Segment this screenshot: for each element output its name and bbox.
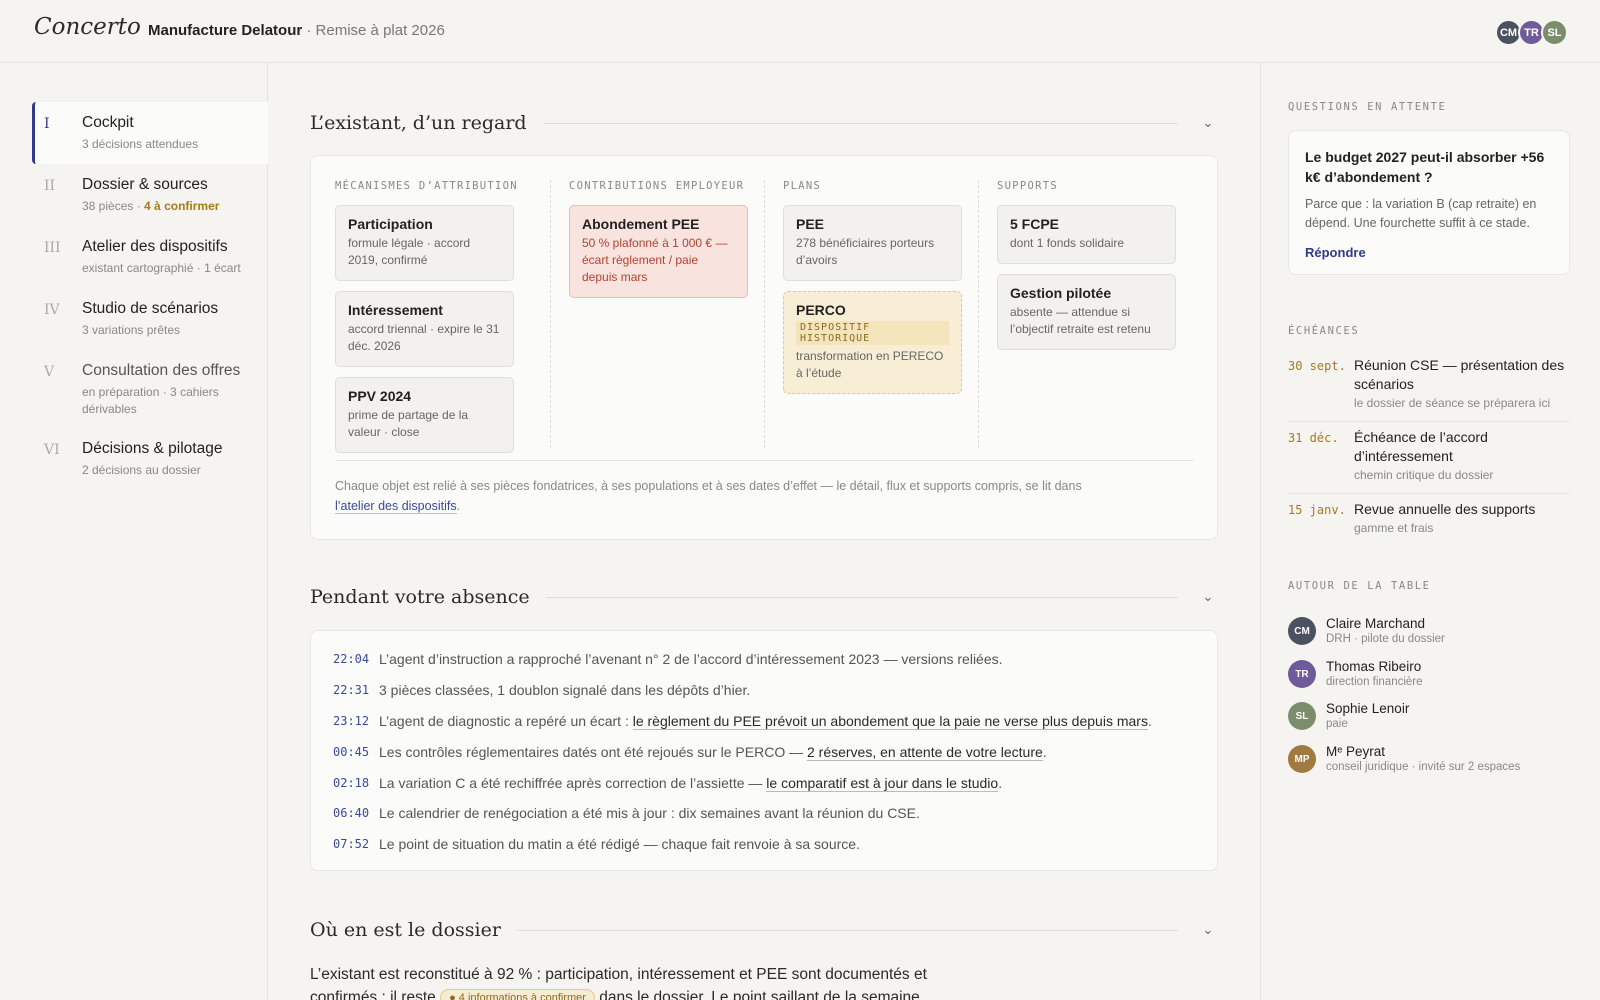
section-title: Où en est le dossier	[310, 919, 501, 941]
person-item[interactable]: CM Claire Marchand DRH · pilote du dossie…	[1288, 616, 1445, 646]
warning-count: 4 à confirmer	[144, 199, 220, 213]
avatar[interactable]: SL	[1541, 19, 1568, 46]
log-entry: 22:31 3 pièces classées, 1 doublon signa…	[333, 682, 751, 698]
log-entry: 07:52 Le point de situation du matin a é…	[333, 836, 860, 852]
section-title: L’existant, d’un regard	[310, 112, 527, 134]
questions-heading: QUESTIONS EN ATTENTE	[1288, 101, 1447, 113]
log-entry: 00:45 Les contrôles réglementaires datés…	[333, 744, 1047, 761]
sidebar-item-consultation[interactable]: V Consultation des offres en préparation…	[32, 350, 268, 416]
column-attribution: MÉCANISMES D’ATTRIBUTION Participation f…	[335, 180, 518, 463]
person-item[interactable]: MP Mᵉ Peyrat conseil juridique · invité s…	[1288, 744, 1520, 774]
question-card: Le budget 2027 peut-il absorber +56 k€ d…	[1288, 130, 1570, 275]
historic-tag: DISPOSITIF HISTORIQUE	[796, 321, 949, 345]
question-body: Parce que : la variation B (cap retraite…	[1305, 197, 1537, 230]
person-item[interactable]: SL Sophie Lenoir paie	[1288, 701, 1409, 731]
app-logo[interactable]: Concerto	[34, 14, 141, 40]
log-link[interactable]: le règlement du PEE prévoit un abondemen…	[632, 713, 1148, 730]
log-link[interactable]: le comparatif est à jour dans le studio	[766, 775, 999, 792]
log-entry: 23:12 L’agent de diagnostic a repéré un …	[333, 713, 1152, 730]
sidebar-item-dossier[interactable]: II Dossier & sources 38 pièces · 4 à con…	[32, 164, 268, 226]
top-bar: Concerto Manufacture Delatour · Remise à…	[0, 0, 1600, 63]
log-entry: 06:40 Le calendrier de renégociation a é…	[333, 805, 920, 821]
avatar: TR	[1288, 660, 1316, 688]
client-name: Manufacture Delatour	[148, 22, 303, 39]
device-card-gestion-pilotee[interactable]: Gestion pilotée absente — attendue si l’…	[997, 274, 1176, 350]
deadline-item[interactable]: 31 déc. Échéance de l’accord d’intéresse…	[1288, 428, 1570, 494]
right-rail: QUESTIONS EN ATTENTE Le budget 2027 peut…	[1260, 63, 1600, 1000]
project-name: Remise à plat 2026	[315, 22, 445, 39]
device-card-interessement[interactable]: Intéressement accord triennal · expire l…	[335, 291, 514, 367]
sidebar-item-cockpit[interactable]: I Cockpit 3 décisions attendues	[32, 102, 268, 164]
status-summary: L’existant est reconstitué à 92 % : part…	[310, 963, 930, 1000]
device-card-participation[interactable]: Participation formule légale · accord 20…	[335, 205, 514, 281]
atelier-link[interactable]: l’atelier des dispositifs	[335, 499, 457, 514]
section-status-header[interactable]: Où en est le dossier ⌄	[310, 915, 1218, 945]
device-card-perco[interactable]: PERCO DISPOSITIF HISTORIQUE transformati…	[783, 291, 962, 394]
device-card-pee[interactable]: PEE 278 bénéficiaires porteurs d’avoirs	[783, 205, 962, 281]
column-contributions: CONTRIBUTIONS EMPLOYEUR Abondement PEE 5…	[569, 180, 748, 308]
deadline-item[interactable]: 15 janv. Revue annuelle des supports gam…	[1288, 500, 1570, 544]
deadlines-heading: ÉCHÉANCES	[1288, 325, 1360, 337]
section-existing-header[interactable]: L’existant, d’un regard ⌄	[310, 108, 1218, 138]
column-supports: SUPPORTS 5 FCPE dont 1 fonds solidaire G…	[997, 180, 1176, 360]
sidebar-item-atelier[interactable]: III Atelier des dispositifs existant car…	[32, 226, 268, 288]
log-entry: 22:04 L’agent d’instruction a rapproché …	[333, 651, 1003, 667]
existing-panel: MÉCANISMES D’ATTRIBUTION Participation f…	[310, 155, 1218, 540]
chevron-down-icon[interactable]: ⌄	[1198, 922, 1218, 938]
avatar: SL	[1288, 702, 1316, 730]
chevron-down-icon[interactable]: ⌄	[1198, 115, 1218, 131]
activity-log-panel: 22:04 L’agent d’instruction a rapproché …	[310, 630, 1218, 871]
pending-info-badge[interactable]: ● 4 informations à confirmer	[440, 988, 595, 1000]
device-card-ppv[interactable]: PPV 2024 prime de partage de la valeur ·…	[335, 377, 514, 453]
log-link[interactable]: 2 réserves, en attente de votre lecture	[806, 744, 1043, 761]
answer-button[interactable]: Répondre	[1305, 245, 1553, 260]
people-heading: AUTOUR DE LA TABLE	[1288, 580, 1431, 592]
column-plans: PLANS PEE 278 bénéficiaires porteurs d’a…	[783, 180, 962, 404]
question-title: Le budget 2027 peut-il absorber +56 k€ d…	[1305, 149, 1545, 185]
device-card-abondement[interactable]: Abondement PEE 50 % plafonné à 1 000 € —…	[569, 205, 748, 298]
avatar: CM	[1288, 617, 1316, 645]
sidebar-item-studio[interactable]: IV Studio de scénarios 3 variations prêt…	[32, 288, 268, 350]
device-card-fcpe[interactable]: 5 FCPE dont 1 fonds solidaire	[997, 205, 1176, 264]
log-entry: 02:18 La variation C a été rechiffrée ap…	[333, 775, 1003, 792]
chevron-down-icon[interactable]: ⌄	[1198, 589, 1218, 605]
person-item[interactable]: TR Thomas Ribeiro direction financière	[1288, 659, 1423, 689]
avatar: MP	[1288, 745, 1316, 773]
project-title: Manufacture Delatour · Remise à plat 202…	[148, 22, 445, 39]
sidebar-nav: I Cockpit 3 décisions attendues II Dossi…	[0, 63, 268, 1000]
sidebar-item-decisions[interactable]: VI Décisions & pilotage 2 décisions au d…	[32, 428, 268, 490]
panel-footnote: Chaque objet est relié à ses pièces fond…	[335, 460, 1194, 516]
section-title: Pendant votre absence	[310, 586, 530, 608]
section-absence-header[interactable]: Pendant votre absence ⌄	[310, 582, 1218, 612]
deadline-item[interactable]: 30 sept. Réunion CSE — présentation des …	[1288, 356, 1570, 422]
collaborator-avatars[interactable]: CM TR SL	[1495, 19, 1568, 46]
